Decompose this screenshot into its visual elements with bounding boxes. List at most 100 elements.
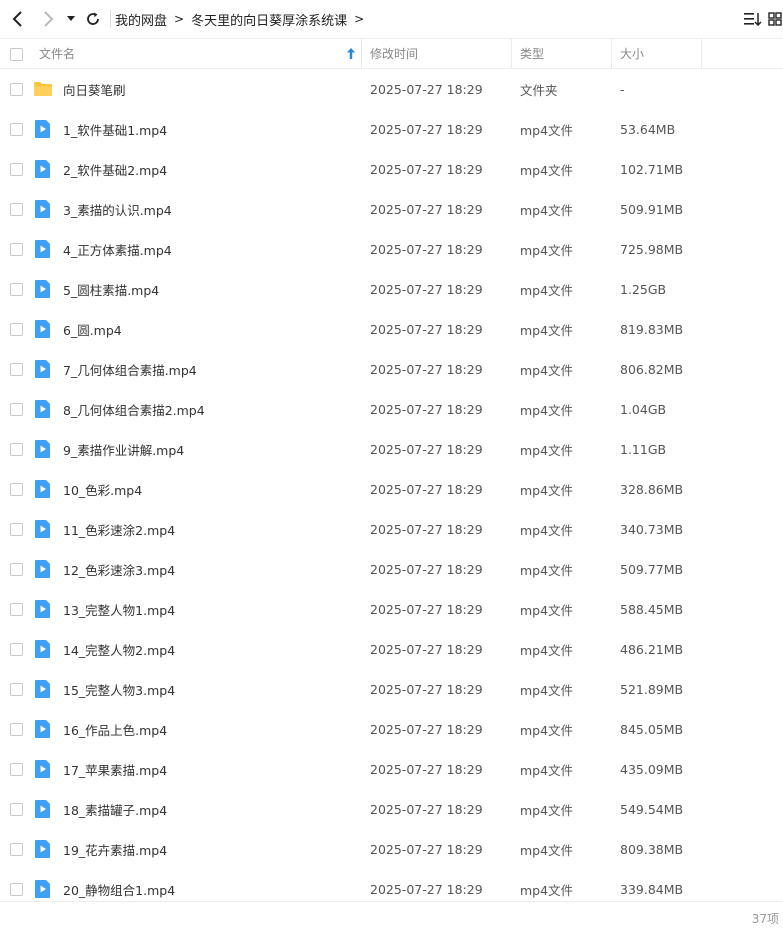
row-checkbox[interactable] (10, 523, 23, 536)
file-name[interactable]: 18_素描罐子.mp4 (63, 789, 167, 829)
file-row[interactable]: 2_软件基础2.mp4 2025-07-27 18:29 mp4文件 102.71MB (0, 149, 783, 189)
video-file-icon (33, 319, 53, 339)
file-name[interactable]: 12_色彩速涂3.mp4 (63, 549, 175, 589)
column-size-label: 大小 (620, 47, 645, 61)
row-checkbox[interactable] (10, 723, 23, 736)
video-file-icon (33, 479, 53, 499)
file-name[interactable]: 14_完整人物2.mp4 (63, 629, 175, 669)
row-checkbox[interactable] (10, 283, 23, 296)
history-dropdown-button[interactable] (62, 8, 80, 30)
column-modified-label: 修改时间 (370, 47, 419, 61)
row-checkbox[interactable] (10, 403, 23, 416)
back-button[interactable] (7, 8, 29, 30)
refresh-button[interactable] (82, 8, 104, 30)
status-bar: 37项 (0, 901, 783, 936)
column-divider[interactable] (701, 39, 702, 68)
file-row[interactable]: 19_花卉素描.mp4 2025-07-27 18:29 mp4文件 809.38MB (0, 829, 783, 869)
sort-ascending-arrow-icon (347, 48, 355, 59)
file-name[interactable]: 15_完整人物3.mp4 (63, 669, 175, 709)
video-file-icon (33, 119, 53, 139)
row-checkbox[interactable] (10, 83, 23, 96)
file-row[interactable]: 7_几何体组合素描.mp4 2025-07-27 18:29 mp4文件 806.82… (0, 349, 783, 389)
file-type: mp4文件 (520, 122, 574, 138)
view-mode-button[interactable] (768, 8, 783, 30)
file-name[interactable]: 19_花卉素描.mp4 (63, 829, 167, 869)
file-size: 1.11GB (620, 441, 667, 457)
row-checkbox[interactable] (10, 363, 23, 376)
column-size[interactable]: 大小 (620, 39, 644, 68)
file-row[interactable]: 3_素描的认识.mp4 2025-07-27 18:29 mp4文件 509.91MB (0, 189, 783, 229)
video-file-icon (33, 519, 53, 539)
file-row[interactable]: 1_软件基础1.mp4 2025-07-27 18:29 mp4文件 53.64MB (0, 109, 783, 149)
file-name[interactable]: 9_素描作业讲解.mp4 (63, 429, 184, 469)
column-divider[interactable] (611, 39, 612, 68)
row-checkbox[interactable] (10, 683, 23, 696)
file-name[interactable]: 向日葵笔刷 (63, 69, 126, 109)
file-row[interactable]: 12_色彩速涂3.mp4 2025-07-27 18:29 mp4文件 509.77M… (0, 549, 783, 589)
row-checkbox[interactable] (10, 443, 23, 456)
file-name[interactable]: 7_几何体组合素描.mp4 (63, 349, 197, 389)
file-row[interactable]: 4_正方体素描.mp4 2025-07-27 18:29 mp4文件 725.98MB (0, 229, 783, 269)
file-row[interactable]: 10_色彩.mp4 2025-07-27 18:29 mp4文件 328.86MB (0, 469, 783, 509)
column-header: 文件名 修改时间 类型 大小 (0, 38, 783, 69)
video-file-icon (33, 199, 53, 219)
file-name[interactable]: 11_色彩速涂2.mp4 (63, 509, 175, 549)
column-name[interactable]: 文件名 (39, 39, 359, 68)
row-checkbox[interactable] (10, 163, 23, 176)
row-checkbox[interactable] (10, 243, 23, 256)
row-checkbox[interactable] (10, 643, 23, 656)
row-checkbox[interactable] (10, 843, 23, 856)
file-row[interactable]: 13_完整人物1.mp4 2025-07-27 18:29 mp4文件 588.45M… (0, 589, 783, 629)
column-modified[interactable]: 修改时间 (370, 39, 418, 68)
file-row[interactable]: 5_圆柱素描.mp4 2025-07-27 18:29 mp4文件 1.25GB (0, 269, 783, 309)
row-checkbox[interactable] (10, 203, 23, 216)
chevron-right-icon (44, 11, 54, 27)
file-row[interactable]: 15_完整人物3.mp4 2025-07-27 18:29 mp4文件 521.89M… (0, 669, 783, 709)
column-divider[interactable] (511, 39, 512, 68)
chevron-right-icon[interactable]: > (354, 12, 364, 26)
file-name[interactable]: 5_圆柱素描.mp4 (63, 269, 159, 309)
file-size: 509.77MB (620, 561, 684, 577)
video-file-icon (33, 639, 53, 659)
row-checkbox[interactable] (10, 763, 23, 776)
file-row[interactable]: 16_作品上色.mp4 2025-07-27 18:29 mp4文件 845.05MB (0, 709, 783, 749)
file-row[interactable]: 6_圆.mp4 2025-07-27 18:29 mp4文件 819.83MB (0, 309, 783, 349)
row-checkbox[interactable] (10, 603, 23, 616)
file-row[interactable]: 14_完整人物2.mp4 2025-07-27 18:29 mp4文件 486.21M… (0, 629, 783, 669)
file-name[interactable]: 2_软件基础2.mp4 (63, 149, 167, 189)
file-size: 725.98MB (620, 241, 684, 257)
row-checkbox[interactable] (10, 123, 23, 136)
sort-button[interactable] (742, 8, 764, 30)
file-name[interactable]: 16_作品上色.mp4 (63, 709, 167, 749)
file-modified: 2025-07-27 18:29 (370, 641, 483, 657)
file-modified: 2025-07-27 18:29 (370, 801, 483, 817)
file-name[interactable]: 6_圆.mp4 (63, 309, 122, 349)
forward-button[interactable] (37, 8, 59, 30)
column-divider[interactable] (361, 39, 362, 68)
file-name[interactable]: 1_软件基础1.mp4 (63, 109, 167, 149)
file-name[interactable]: 17_苹果素描.mp4 (63, 749, 167, 789)
file-modified: 2025-07-27 18:29 (370, 521, 483, 537)
file-name[interactable]: 8_几何体组合素描2.mp4 (63, 389, 205, 429)
file-row[interactable]: 向日葵笔刷 2025-07-27 18:29 文件夹 - (0, 69, 783, 109)
file-row[interactable]: 17_苹果素描.mp4 2025-07-27 18:29 mp4文件 435.09MB (0, 749, 783, 789)
file-size: 435.09MB (620, 761, 684, 777)
file-row[interactable]: 18_素描罐子.mp4 2025-07-27 18:29 mp4文件 549.54MB (0, 789, 783, 829)
row-checkbox[interactable] (10, 323, 23, 336)
file-row[interactable]: 11_色彩速涂2.mp4 2025-07-27 18:29 mp4文件 340.73M… (0, 509, 783, 549)
file-row[interactable]: 9_素描作业讲解.mp4 2025-07-27 18:29 mp4文件 1.11GB (0, 429, 783, 469)
file-name[interactable]: 10_色彩.mp4 (63, 469, 142, 509)
select-all-checkbox[interactable] (10, 48, 23, 61)
breadcrumb-item-root[interactable]: 我的网盘 (115, 10, 167, 29)
file-name[interactable]: 4_正方体素描.mp4 (63, 229, 172, 269)
file-row[interactable]: 8_几何体组合素描2.mp4 2025-07-27 18:29 mp4文件 1.04G… (0, 389, 783, 429)
file-name[interactable]: 13_完整人物1.mp4 (63, 589, 175, 629)
breadcrumb-item-current[interactable]: 冬天里的向日葵厚涂系统课 (191, 10, 347, 29)
file-size: - (620, 81, 625, 97)
row-checkbox[interactable] (10, 803, 23, 816)
row-checkbox[interactable] (10, 883, 23, 896)
column-type[interactable]: 类型 (520, 39, 544, 68)
row-checkbox[interactable] (10, 483, 23, 496)
file-name[interactable]: 3_素描的认识.mp4 (63, 189, 172, 229)
row-checkbox[interactable] (10, 563, 23, 576)
